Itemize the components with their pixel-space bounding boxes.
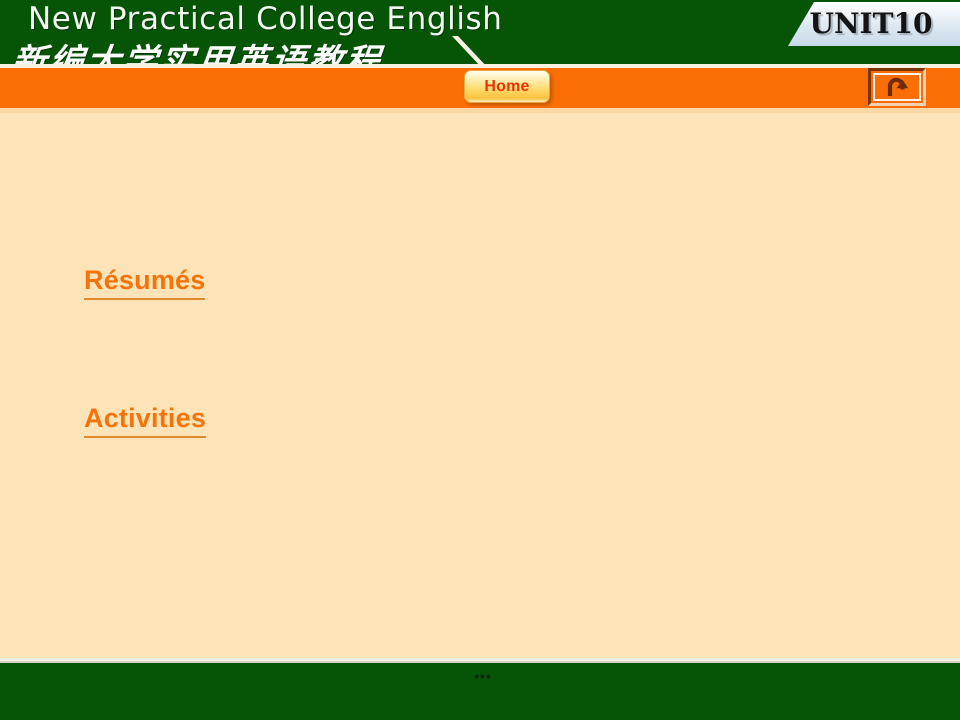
u-turn-arrow-icon	[873, 73, 921, 101]
link-resumes[interactable]: Résumés	[84, 265, 206, 300]
footer-page-mark: •••	[474, 668, 492, 684]
return-button[interactable]	[868, 68, 926, 106]
home-button-label: Home	[484, 78, 530, 95]
link-activities[interactable]: Activities	[84, 403, 207, 438]
slide-content: Résumés Activities	[0, 113, 960, 658]
course-title-chinese: 新编大学实用英语教程	[9, 42, 385, 64]
header-banner: New Practical College English 新编大学实用英语教程…	[0, 0, 960, 64]
unit-badge: UNIT10	[788, 2, 960, 46]
course-title-english: New Practical College English	[28, 1, 503, 37]
slide-root: New Practical College English 新编大学实用英语教程…	[0, 0, 960, 720]
unit-badge-label: UNIT10	[809, 7, 933, 40]
home-button[interactable]: Home	[464, 70, 550, 103]
